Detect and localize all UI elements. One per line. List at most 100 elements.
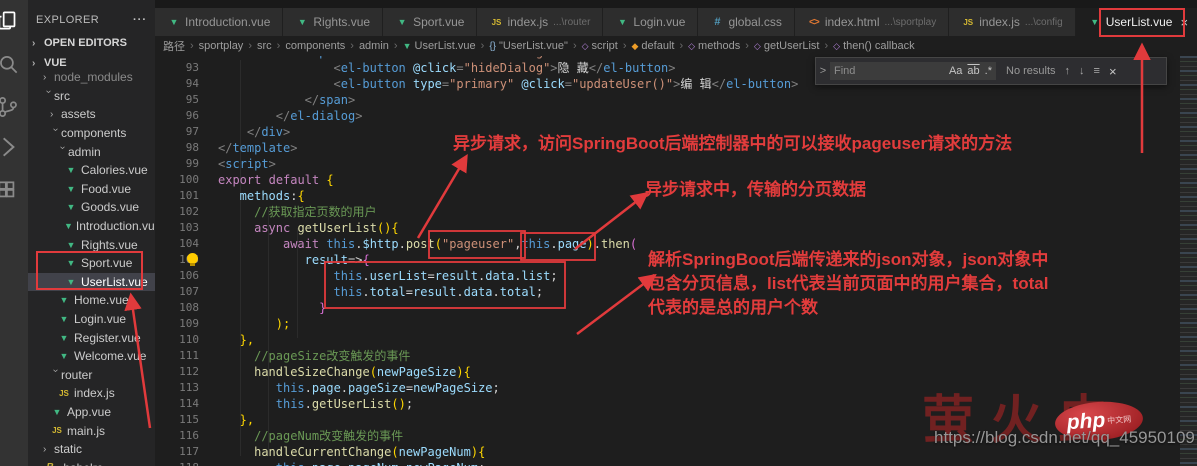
braces-icon: {} [489,40,496,52]
line-number: 98 [185,141,199,154]
code-line-103[interactable]: 103 async getUserList(){ [155,220,1180,236]
code-line-118[interactable]: 118this.page.pageNum=newPageNum; [155,460,1180,466]
code-line-110[interactable]: 110}, [155,332,1180,348]
vue-file-icon: ▼ [66,258,76,269]
regex-icon[interactable]: .* [985,65,992,77]
tree-item-label: src [54,88,70,103]
match-case-icon[interactable]: Aa [949,65,962,77]
tab-login-vue[interactable]: ▼ Login.vue [603,8,698,36]
code-line-99[interactable]: 99 <script> [155,156,1180,172]
tree-item-label: Goods.vue [81,200,140,215]
chevron-right-icon: › [32,37,36,49]
tree-item-login-vue[interactable]: ▼ Login.vue [28,310,155,329]
line-number: 100 [179,173,199,186]
breadcrumb-item[interactable]: "UserList.vue" [499,40,568,52]
code-line-96[interactable]: 96 </el-dialog> [155,108,1180,124]
breadcrumb-item[interactable]: admin [359,40,389,52]
tab-rights-vue[interactable]: ▼ Rights.vue [283,8,383,36]
tree-item--babelrc[interactable]: B.babelrc [28,458,155,466]
breadcrumb-item[interactable]: src [257,40,272,52]
find-next-icon[interactable]: ↓ [1079,65,1085,77]
breadcrumb-item[interactable]: sportplay [199,40,244,52]
vue-file-icon: ▼ [66,183,76,194]
breadcrumb-separator: › [679,40,684,52]
breadcrumb-item[interactable]: components [285,40,345,52]
tree-item-router[interactable]: › router [28,366,155,385]
find-previous-icon[interactable]: ↑ [1065,65,1071,77]
chevron-right-icon: › [43,71,47,83]
breadcrumb-item[interactable]: default [641,40,674,52]
tree-item-home-vue[interactable]: ▼ Home.vue [28,291,155,310]
run-debug-icon[interactable] [0,134,21,160]
extensions-icon[interactable] [0,178,21,204]
vue-file-icon: ▼ [617,17,627,27]
lightbulb-icon[interactable] [187,253,198,266]
symbol-icon: ◇ [581,40,589,51]
breadcrumb-item[interactable]: then() callback [843,40,915,52]
tree-item-label: Register.vue [74,330,141,345]
tab-index-js[interactable]: JS index.js ...\router [477,8,603,36]
tree-item-calories-vue[interactable]: ▼ Calories.vue [28,161,155,180]
indent-guide [240,60,241,456]
minimap[interactable] [1180,56,1197,466]
tree-item-userlist-vue[interactable]: ▼ UserList.vue [28,272,155,292]
tab-label: Sport.vue [413,15,465,29]
tab-close-icon[interactable]: × [1180,15,1188,30]
tree-item-introduction-vue[interactable]: ▼ Introduction.vue [28,217,155,236]
breadcrumb-item[interactable]: UserList.vue [415,40,476,52]
source-control-icon[interactable] [0,94,21,120]
tree-item-node-modules[interactable]: › node_modules [28,68,155,87]
line-number: 96 [185,109,199,122]
tree-item-components[interactable]: › components [28,124,155,143]
tree-item-admin[interactable]: › admin [28,142,155,161]
js-file-icon: JS [59,388,69,398]
find-in-selection-icon[interactable]: ≡ [1094,65,1100,77]
line-number: 105 [155,252,216,268]
tab-global-css[interactable]: # global.css [698,8,794,36]
whole-word-icon[interactable]: ab [967,65,979,77]
tab-introduction-vue[interactable]: ▼ Introduction.vue [155,8,283,36]
search-icon[interactable] [0,52,21,78]
breadcrumb-separator: › [190,40,194,52]
annotation-json-parse: 解析SpringBoot后端传递来的json对象，json对象中 包含分页信息，… [648,250,1049,317]
tree-item-food-vue[interactable]: ▼ Food.vue [28,180,155,199]
find-toggle-replace-icon[interactable]: > [816,65,830,77]
tree-item-app-vue[interactable]: ▼ App.vue [28,403,155,422]
tree-item-src[interactable]: › src [28,87,155,106]
tree-item-index-js[interactable]: JS index.js [28,384,155,403]
explorer-actions-icon[interactable]: ··· [133,14,147,26]
code-line-95[interactable]: 95 </span> [155,92,1180,108]
tree-item-assets[interactable]: › assets [28,105,155,124]
js-file-icon: JS [52,426,62,436]
tree-item-sport-vue[interactable]: ▼ Sport.vue [28,254,155,273]
files-icon[interactable] [0,8,21,34]
tab-userlist-vue[interactable]: ▼ UserList.vue × [1075,8,1197,36]
breadcrumb-item[interactable]: 路径 [163,38,185,54]
annotation-paging-data: 异步请求中，传输的分页数据 [645,180,866,199]
breadcrumb-item[interactable]: getUserList [764,40,820,52]
tree-item-main-js[interactable]: JS main.js [28,421,155,440]
tree-item-static[interactable]: › static [28,440,155,459]
open-editors-section[interactable]: › OPEN EDITORS [28,33,155,53]
line-number: 107 [179,285,199,298]
line-number: 108 [179,301,199,314]
line-number: 104 [179,237,199,250]
line-number: 97 [185,125,199,138]
breadcrumb-separator: › [745,40,749,52]
breadcrumb-item[interactable]: script [592,40,618,52]
tree-item-register-vue[interactable]: ▼ Register.vue [28,328,155,347]
tree-item-rights-vue[interactable]: ▼ Rights.vue [28,235,155,254]
tree-item-goods-vue[interactable]: ▼ Goods.vue [28,198,155,217]
tab-index-js[interactable]: JS index.js ...\config [949,8,1075,36]
find-input[interactable]: Find Aa ab .* [830,62,996,80]
tree-item-label: router [61,367,93,382]
tree-item-label: node_modules [54,70,133,85]
breadcrumb-item[interactable]: methods [698,40,740,52]
find-close-icon[interactable]: × [1109,64,1117,79]
code-line-111[interactable]: 111//pageSize改变触发的事件 [155,348,1180,364]
tree-item-label: .babelrc [60,461,103,466]
code-line-102[interactable]: 102//获取指定页数的用户 [155,204,1180,220]
tab-sport-vue[interactable]: ▼ Sport.vue [383,8,477,36]
tree-item-welcome-vue[interactable]: ▼ Welcome.vue [28,347,155,366]
tab-index-html[interactable]: <> index.html ...\sportplay [794,8,949,36]
